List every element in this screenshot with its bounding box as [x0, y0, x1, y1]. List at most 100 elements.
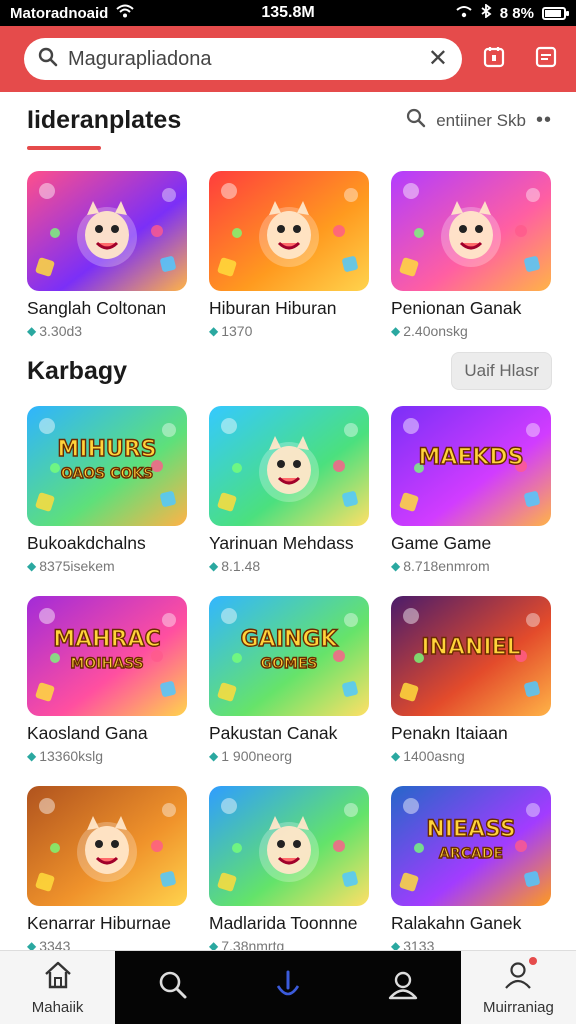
filter-button[interactable]: Uaif Hlasr	[451, 352, 552, 390]
svg-text:GOMES: GOMES	[261, 656, 318, 672]
list-button[interactable]	[526, 39, 566, 79]
game-card[interactable]: Penionan Ganak ◆ 2.40onskg	[391, 171, 553, 339]
game-thumbnail: MAEKDS	[391, 406, 551, 526]
game-card[interactable]: MAEKDS Game Game ◆ 8.718enmrom	[391, 406, 553, 574]
section-title: Karbagy	[27, 356, 128, 385]
game-card[interactable]: NIEASS ARCADE Ralakahn Ganek ◆ 3133	[391, 786, 553, 954]
download-icon: ◆	[391, 324, 401, 338]
game-thumbnail: INANIEL	[391, 596, 551, 716]
game-card[interactable]: INANIEL Penakn Itaiaan ◆ 1400asng	[391, 596, 553, 764]
section-search-icon[interactable]	[406, 108, 426, 133]
search-icon	[158, 970, 188, 1005]
wifi-icon	[116, 4, 135, 22]
svg-text:MOIHASS: MOIHASS	[70, 656, 143, 672]
game-stats: ◆ 3.30d3	[27, 323, 189, 339]
svg-text:INANIEL: INANIEL	[421, 635, 520, 660]
game-title: Bukoakdchalns	[27, 533, 146, 553]
game-stat-value: 3.30d3	[39, 323, 83, 339]
game-stat-value: 1 900neorg	[221, 748, 293, 764]
game-card[interactable]: Yarinuan Mehdass ◆ 8.1.48	[209, 406, 371, 574]
wifi-signal-icon	[456, 5, 472, 22]
clear-search-button[interactable]: ✕	[428, 47, 448, 71]
section-title: Iideranplates	[27, 106, 182, 134]
nav-profile[interactable]	[345, 951, 461, 1024]
game-card[interactable]: MIHURS OAOS COKS Bukoakdchalns ◆ 8375isekem	[27, 406, 189, 574]
profile-icon	[387, 969, 419, 1006]
status-bar: Matoradnoaid 135.8M 8 8%	[0, 0, 576, 26]
battery-percent: 8 8%	[499, 4, 534, 22]
active-tab-indicator	[27, 146, 101, 150]
game-stats: ◆ 8.1.48	[209, 558, 371, 574]
download-icon: ◆	[391, 559, 401, 573]
game-title: Penionan Ganak	[391, 298, 522, 318]
game-card[interactable]: GAINGK GOMES Pakustan Canak ◆ 1 900neorg	[209, 596, 371, 764]
game-card[interactable]: Sanglah Coltonan ◆ 3.30d3	[27, 171, 189, 339]
status-time: 135.8M	[261, 4, 315, 21]
notification-badge	[529, 956, 538, 965]
game-thumbnail	[391, 171, 551, 291]
app-header: Magurapliadona ✕	[0, 26, 576, 92]
download-icon: ◆	[27, 749, 37, 763]
game-title: Kenarrar Hiburnae	[27, 913, 171, 933]
game-stats: ◆ 1370	[209, 323, 371, 339]
list-icon	[534, 45, 558, 74]
game-card[interactable]: Madlarida Toonnne ◆ 7.38nmrtg	[209, 786, 371, 954]
game-thumbnail: GAINGK GOMES	[209, 596, 369, 716]
game-thumbnail: MAHRAC MOIHASS	[27, 596, 187, 716]
nav-voice[interactable]	[230, 951, 346, 1024]
search-input[interactable]: Magurapliadona	[68, 48, 418, 71]
game-stats: ◆ 1400asng	[391, 748, 553, 764]
nav-account-label: Muirraniag	[482, 998, 554, 1016]
game-stats: ◆ 13360kslg	[27, 748, 189, 764]
game-card[interactable]: Hiburan Hiburan ◆ 1370	[209, 171, 371, 339]
game-thumbnail	[209, 171, 369, 291]
more-options-icon[interactable]: ••	[536, 109, 552, 132]
carrier-label: Matoradnoaid	[10, 4, 109, 22]
home-icon	[42, 960, 74, 995]
game-stats: ◆ 1 900neorg	[209, 748, 371, 764]
svg-text:ARCADE: ARCADE	[439, 846, 503, 862]
game-thumbnail	[209, 406, 369, 526]
nav-home[interactable]: Mahaiik	[0, 951, 115, 1024]
section-action-link[interactable]: entiiner Skb	[436, 111, 526, 131]
microphone-icon	[273, 968, 303, 1007]
nav-home-label: Mahaiik	[31, 998, 84, 1016]
bottom-navigation: Mahaiik Muirraniag	[0, 950, 576, 1024]
game-card[interactable]: Kenarrar Hiburnae ◆ 3343	[27, 786, 189, 954]
game-thumbnail	[27, 171, 187, 291]
download-icon: ◆	[27, 559, 37, 573]
svg-text:MAHRAC: MAHRAC	[53, 627, 160, 652]
search-bar[interactable]: Magurapliadona ✕	[24, 38, 462, 80]
svg-text:MIHURS: MIHURS	[57, 437, 156, 462]
download-icon: ◆	[209, 324, 219, 338]
svg-text:GAINGK: GAINGK	[241, 627, 339, 652]
game-stat-value: 1400asng	[403, 748, 465, 764]
game-card[interactable]: MAHRAC MOIHASS Kaosland Gana ◆ 13360kslg	[27, 596, 189, 764]
game-thumbnail: NIEASS ARCADE	[391, 786, 551, 906]
game-stat-value: 8.718enmrom	[403, 558, 490, 574]
bluetooth-icon	[480, 3, 492, 22]
game-thumbnail	[27, 786, 187, 906]
calendar-button[interactable]	[474, 39, 514, 79]
account-icon	[503, 956, 538, 995]
nav-account[interactable]: Muirraniag	[461, 951, 576, 1024]
section-header-featured: Iideranplates entiiner Skb ••	[27, 106, 552, 135]
download-icon: ◆	[27, 324, 37, 338]
game-title: Game Game	[391, 533, 492, 553]
game-stat-value: 13360kslg	[39, 748, 104, 764]
game-stats: ◆ 8.718enmrom	[391, 558, 553, 574]
download-icon: ◆	[391, 749, 401, 763]
section-header-category: Karbagy Uaif Hlasr	[27, 352, 552, 390]
download-icon: ◆	[209, 749, 219, 763]
nav-search[interactable]	[115, 951, 231, 1024]
game-title: Hiburan Hiburan	[209, 298, 337, 318]
download-icon: ◆	[209, 559, 219, 573]
game-stat-value: 8.1.48	[221, 558, 261, 574]
game-title: Penakn Itaiaan	[391, 723, 508, 743]
game-thumbnail	[209, 786, 369, 906]
game-title: Madlarida Toonnne	[209, 913, 358, 933]
search-icon	[38, 47, 58, 72]
battery-icon	[542, 6, 569, 20]
game-title: Pakustan Canak	[209, 723, 338, 743]
game-stat-value: 2.40onskg	[403, 323, 468, 339]
